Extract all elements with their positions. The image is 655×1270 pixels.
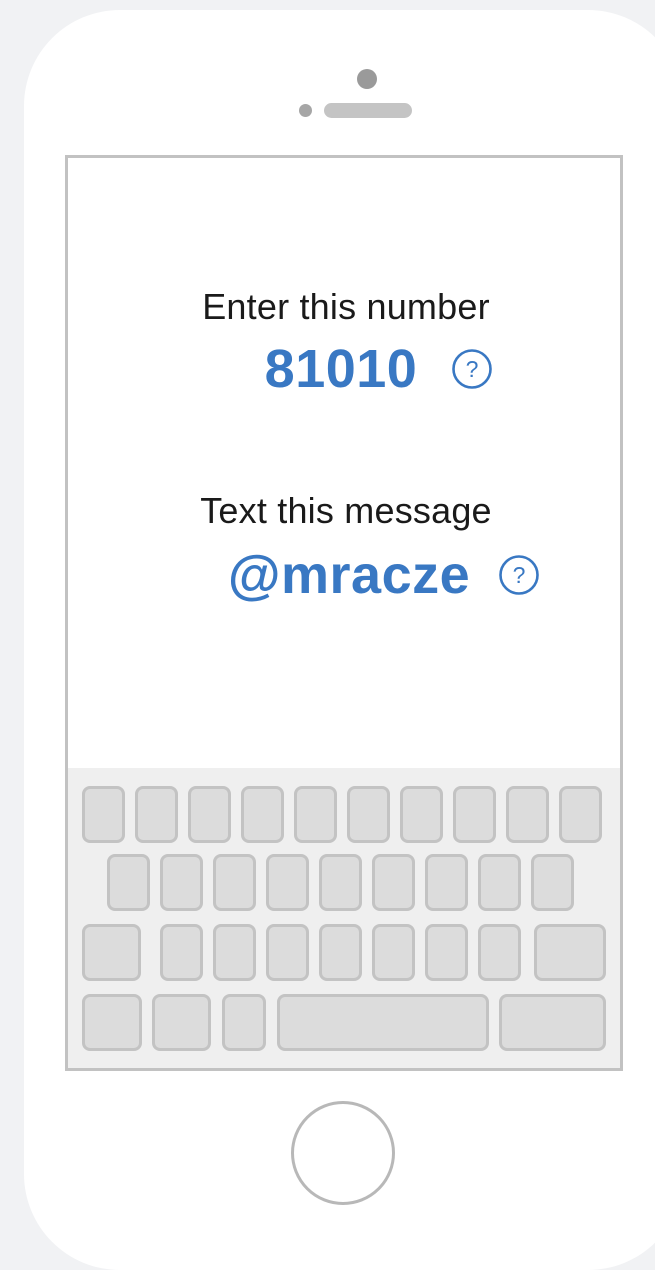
enter-number-label: Enter this number: [202, 286, 490, 327]
question-circle-icon[interactable]: ?: [498, 554, 540, 596]
home-button[interactable]: [291, 1101, 395, 1205]
message-row: @mracze ?: [68, 544, 620, 606]
question-circle-icon[interactable]: ?: [451, 348, 493, 390]
message-keyword: @mracze: [227, 545, 471, 605]
keyboard-key[interactable]: [241, 786, 284, 843]
globe-key[interactable]: [222, 994, 266, 1051]
keyboard-key[interactable]: [319, 924, 362, 981]
keyboard-key[interactable]: [478, 924, 521, 981]
keyboard-key[interactable]: [266, 924, 309, 981]
keyboard-key[interactable]: [294, 786, 337, 843]
keyboard-key[interactable]: [213, 924, 256, 981]
keyboard-key[interactable]: [107, 854, 150, 911]
help-glyph: ?: [466, 356, 479, 382]
backspace-key[interactable]: [534, 924, 606, 981]
keyboard-key[interactable]: [531, 854, 574, 911]
emoji-key[interactable]: [152, 994, 211, 1051]
proximity-sensor: [299, 104, 312, 117]
keyboard-key[interactable]: [82, 786, 125, 843]
return-key[interactable]: [499, 994, 606, 1051]
keyboard-key[interactable]: [135, 786, 178, 843]
keyboard-key[interactable]: [425, 924, 468, 981]
text-message-label: Text this message: [200, 490, 492, 531]
earpiece-speaker: [324, 103, 412, 118]
keyboard-key[interactable]: [453, 786, 496, 843]
numbers-key[interactable]: [82, 994, 142, 1051]
keyboard-key[interactable]: [506, 786, 549, 843]
keyboard-key[interactable]: [400, 786, 443, 843]
keyboard: [68, 768, 620, 1068]
shift-key[interactable]: [82, 924, 141, 981]
front-camera: [357, 69, 377, 89]
keyboard-key[interactable]: [266, 854, 309, 911]
keyboard-key[interactable]: [160, 924, 203, 981]
keyboard-key[interactable]: [372, 854, 415, 911]
space-bar[interactable]: [277, 994, 489, 1051]
keyboard-key[interactable]: [188, 786, 231, 843]
keyboard-key[interactable]: [478, 854, 521, 911]
keyboard-key[interactable]: [425, 854, 468, 911]
keyboard-key[interactable]: [347, 786, 390, 843]
keyboard-key[interactable]: [319, 854, 362, 911]
help-glyph: ?: [513, 562, 526, 588]
number-row: 81010 ?: [68, 338, 620, 400]
keyboard-key[interactable]: [372, 924, 415, 981]
keyboard-key[interactable]: [559, 786, 602, 843]
short-code-number: 81010: [264, 339, 418, 399]
phone-screen: Enter this number 81010 ? Text this mess…: [65, 155, 623, 1071]
keyboard-key[interactable]: [213, 854, 256, 911]
sms-instructions: Enter this number 81010 ? Text this mess…: [68, 158, 620, 768]
keyboard-key[interactable]: [160, 854, 203, 911]
